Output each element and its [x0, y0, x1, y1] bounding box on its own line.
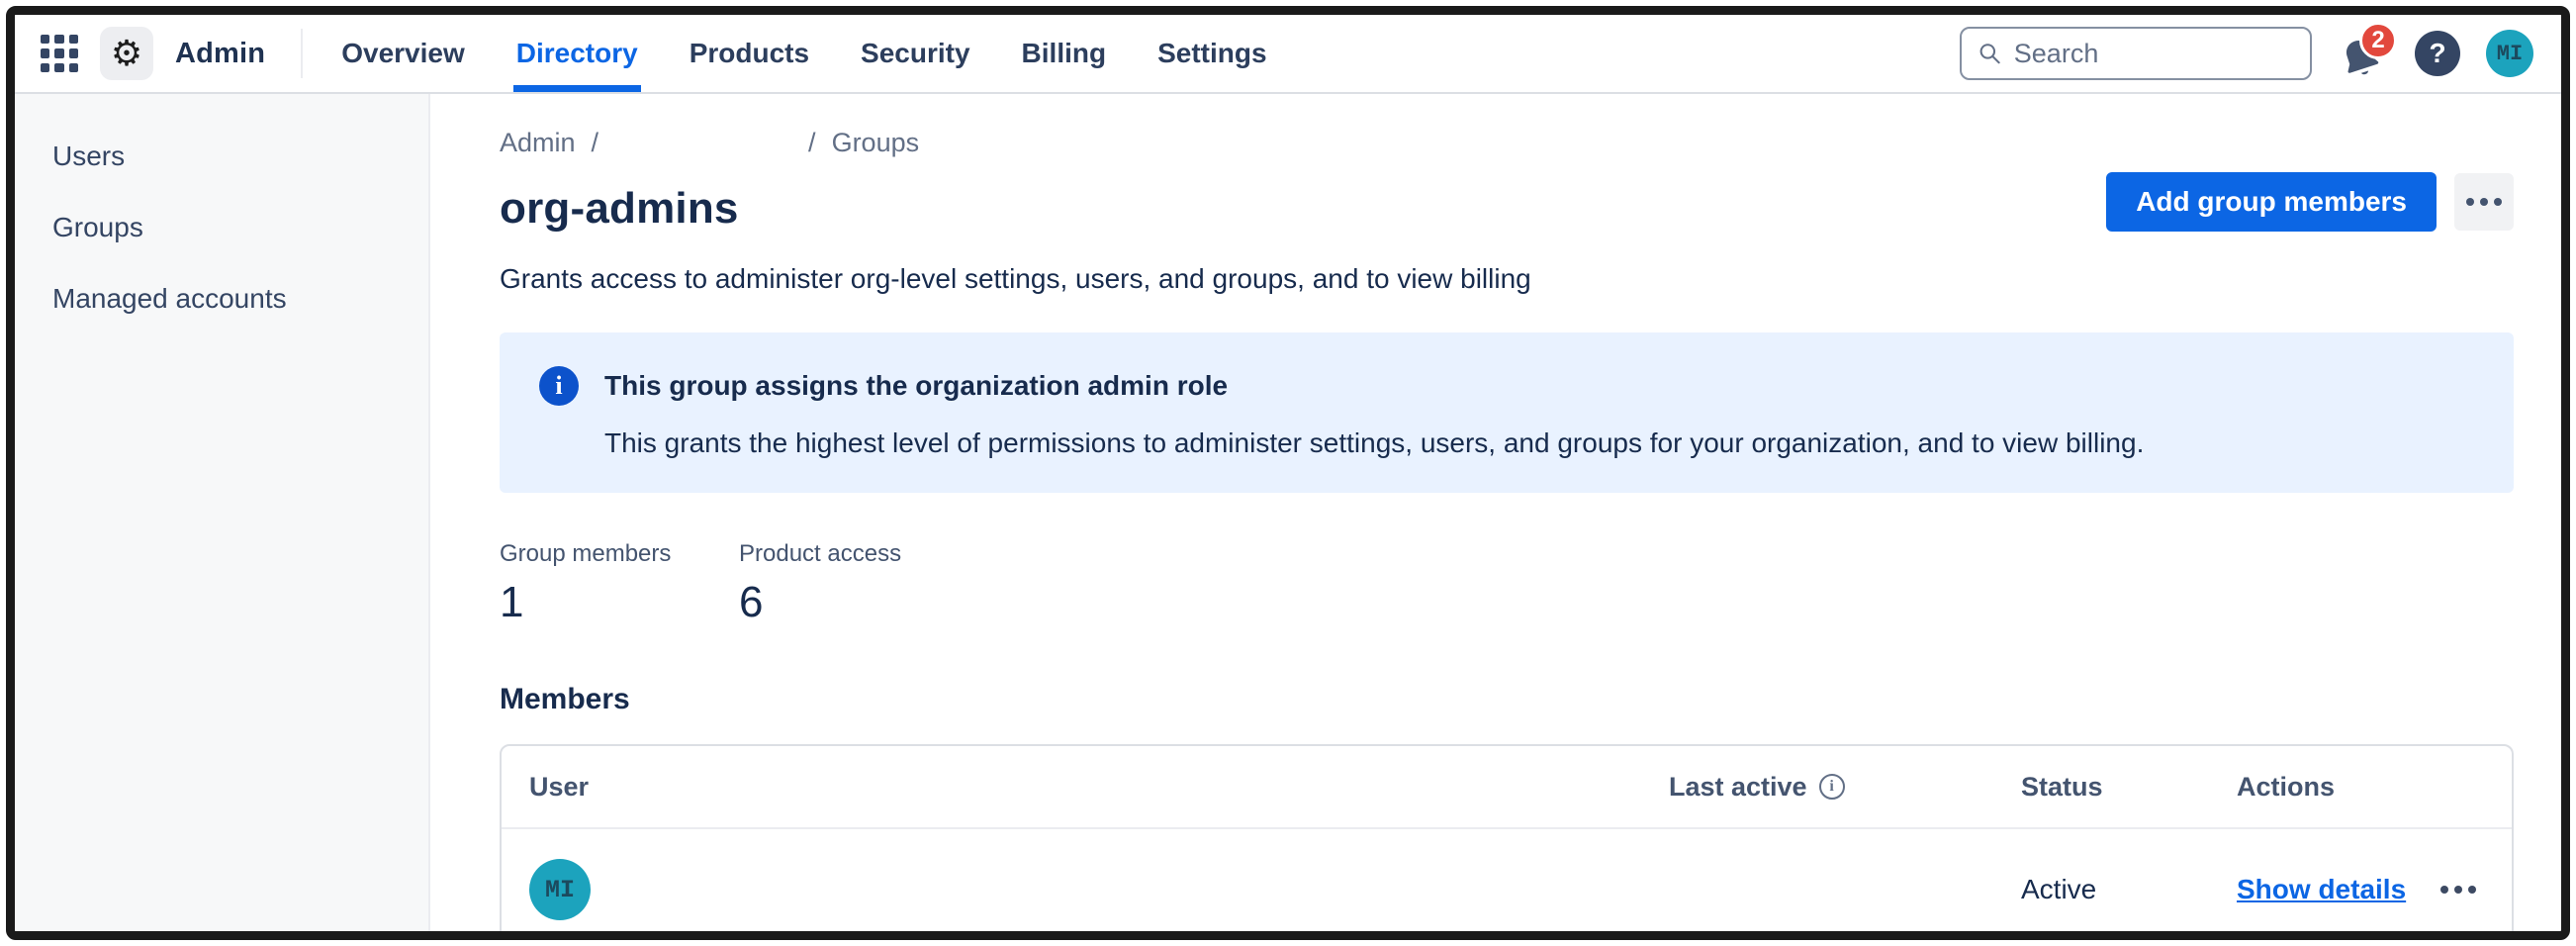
question-mark-icon: ?	[2429, 38, 2445, 69]
top-navigation: Overview Directory Products Security Bil…	[338, 15, 1269, 92]
info-icon: i	[539, 366, 579, 406]
table-row: MI Active Show details	[502, 829, 2512, 931]
members-table: User Last active i Status Actions MI Act…	[500, 744, 2514, 931]
banner-title: This group assigns the organization admi…	[604, 366, 2144, 406]
notification-count-badge: 2	[2359, 22, 2397, 59]
banner-text: This group assigns the organization admi…	[604, 366, 2144, 459]
banner-body: This grants the highest level of permiss…	[604, 427, 2144, 459]
nav-tab-products[interactable]: Products	[687, 15, 812, 92]
topbar-left: ⚙ Admin	[41, 15, 265, 92]
sidebar-item-groups[interactable]: Groups	[48, 205, 428, 250]
row-more-actions-button[interactable]	[2433, 878, 2484, 901]
column-header-actions: Actions	[2237, 772, 2484, 803]
stat-value: 6	[739, 578, 978, 627]
nav-tab-overview[interactable]: Overview	[338, 15, 468, 92]
member-avatar[interactable]: MI	[529, 859, 591, 920]
breadcrumb-admin[interactable]: Admin	[500, 128, 576, 158]
stat-label: Group members	[500, 540, 739, 568]
last-active-info-icon[interactable]: i	[1819, 774, 1845, 800]
sidebar: Users Groups Managed accounts	[15, 94, 430, 931]
topbar-right: 2 ? MI	[1960, 15, 2533, 92]
stat-label: Product access	[739, 540, 978, 568]
breadcrumb-org[interactable]	[614, 129, 792, 158]
nav-tab-directory[interactable]: Directory	[513, 15, 641, 92]
title-row: org-admins Add group members	[500, 172, 2514, 234]
nav-tab-billing[interactable]: Billing	[1019, 15, 1110, 92]
show-details-link[interactable]: Show details	[2237, 874, 2406, 905]
actions-cell: Show details	[2237, 874, 2484, 905]
app-name: Admin	[175, 38, 265, 70]
stat-value: 1	[500, 578, 739, 627]
breadcrumb-separator: /	[808, 128, 816, 158]
status-cell: Active	[2021, 874, 2237, 905]
notifications-button[interactable]: 2	[2338, 26, 2389, 81]
admin-gear-button[interactable]: ⚙	[100, 27, 153, 80]
stats-row: Group members 1 Product access 6	[500, 540, 2514, 627]
user-avatar[interactable]: MI	[2486, 30, 2533, 77]
stat-group-members: Group members 1	[500, 540, 739, 627]
breadcrumb-separator: /	[592, 128, 599, 158]
help-button[interactable]: ?	[2415, 31, 2460, 76]
page-title: org-admins	[500, 184, 739, 234]
topbar-divider	[301, 29, 303, 78]
breadcrumb: Admin / / Groups	[500, 128, 2514, 158]
info-banner: i This group assigns the organization ad…	[500, 332, 2514, 493]
sidebar-item-users[interactable]: Users	[48, 134, 428, 179]
gear-icon: ⚙	[111, 36, 142, 71]
search-input[interactable]	[2014, 39, 2294, 69]
column-header-status: Status	[2021, 772, 2237, 803]
ellipsis-icon	[2440, 886, 2448, 894]
app-window: ⚙ Admin Overview Directory Products Secu…	[6, 6, 2570, 940]
stat-product-access: Product access 6	[739, 540, 978, 627]
top-bar: ⚙ Admin Overview Directory Products Secu…	[15, 15, 2561, 94]
add-group-members-button[interactable]: Add group members	[2106, 172, 2437, 232]
sidebar-item-managed-accounts[interactable]: Managed accounts	[48, 276, 428, 322]
members-heading: Members	[500, 683, 2514, 716]
group-description: Grants access to administer org-level se…	[500, 263, 2514, 295]
search-icon	[1978, 40, 2002, 67]
main-content: Admin / / Groups org-admins Add group me…	[430, 94, 2561, 931]
nav-tab-settings[interactable]: Settings	[1154, 15, 1269, 92]
title-actions: Add group members	[2106, 172, 2514, 232]
group-more-actions-button[interactable]	[2454, 173, 2514, 231]
app-switcher-icon[interactable]	[41, 35, 78, 72]
search-box[interactable]	[1960, 27, 2312, 80]
user-cell: MI	[529, 859, 1669, 920]
breadcrumb-groups[interactable]: Groups	[832, 128, 920, 158]
table-header-row: User Last active i Status Actions	[502, 746, 2512, 829]
ellipsis-icon	[2466, 198, 2474, 206]
body-row: Users Groups Managed accounts Admin / / …	[15, 94, 2561, 931]
column-header-user: User	[529, 772, 1669, 803]
nav-tab-security[interactable]: Security	[858, 15, 973, 92]
column-header-last-active: Last active i	[1669, 772, 2021, 803]
